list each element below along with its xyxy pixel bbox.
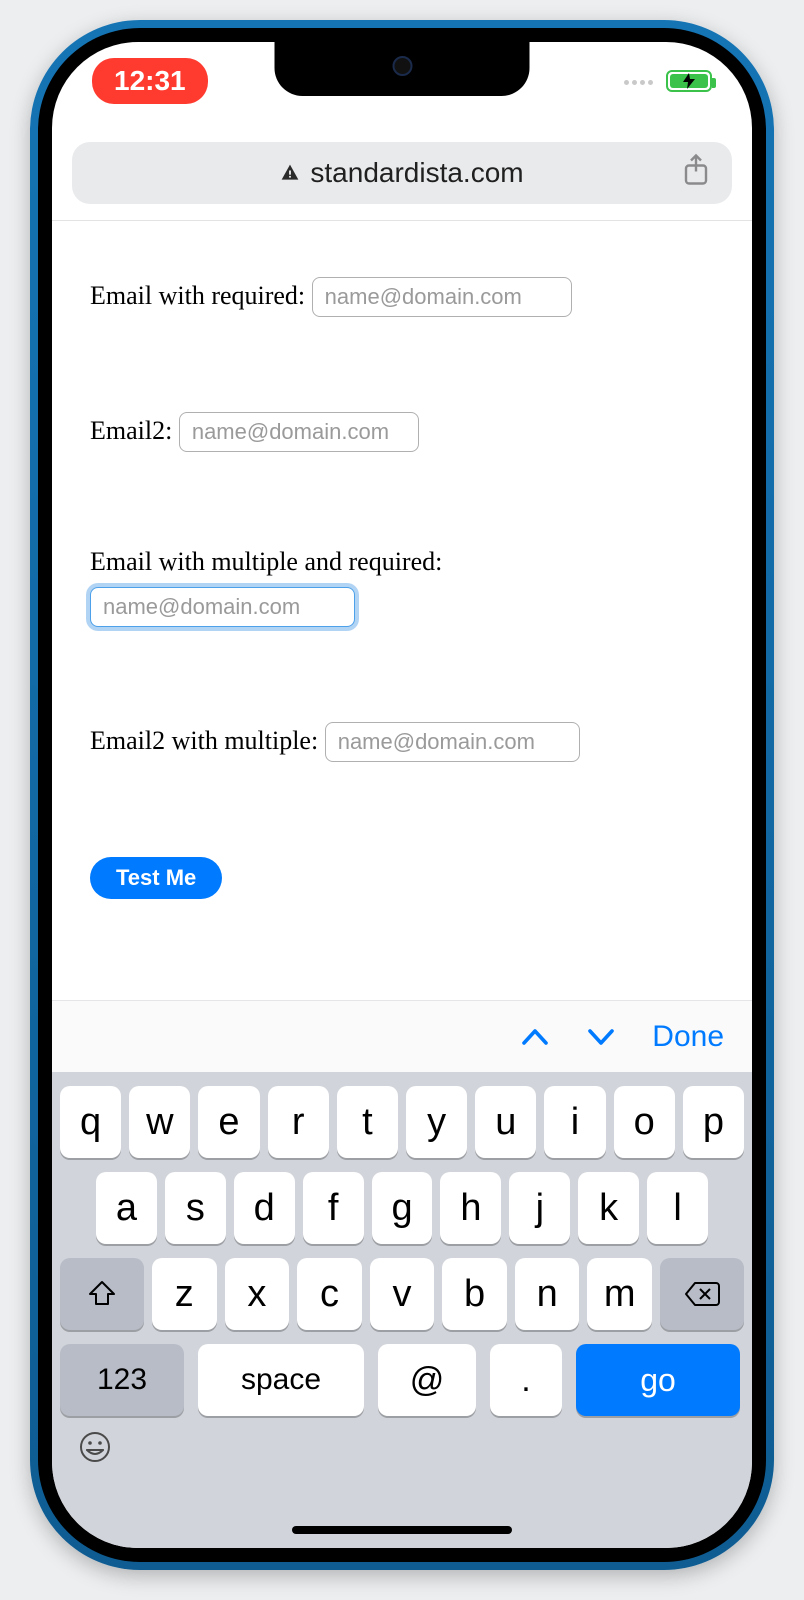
key-w[interactable]: w (129, 1086, 190, 1158)
volume-up-button[interactable] (20, 415, 30, 510)
prev-field-button[interactable] (520, 1025, 550, 1049)
key-o[interactable]: o (614, 1086, 675, 1158)
key-r[interactable]: r (268, 1086, 329, 1158)
key-b[interactable]: b (442, 1258, 507, 1330)
backspace-icon (684, 1281, 720, 1307)
key-u[interactable]: u (475, 1086, 536, 1158)
key-f[interactable]: f (303, 1172, 364, 1244)
shift-key[interactable] (60, 1258, 144, 1330)
power-button[interactable] (774, 450, 784, 600)
keyboard-row-1: qwertyuiop (60, 1086, 744, 1158)
url-domain: standardista.com (280, 157, 523, 189)
chevron-down-icon (586, 1025, 616, 1049)
key-p[interactable]: p (683, 1086, 744, 1158)
key-g[interactable]: g (372, 1172, 433, 1244)
key-l[interactable]: l (647, 1172, 708, 1244)
field-label: Email2: (90, 416, 172, 445)
email2-input[interactable] (179, 412, 419, 452)
field-email-required: Email with required: (90, 277, 714, 317)
front-camera (392, 56, 412, 76)
time-pill[interactable]: 12:31 (92, 58, 208, 104)
emoji-key[interactable] (60, 1430, 744, 1473)
key-e[interactable]: e (198, 1086, 259, 1158)
key-t[interactable]: t (337, 1086, 398, 1158)
key-k[interactable]: k (578, 1172, 639, 1244)
key-h[interactable]: h (440, 1172, 501, 1244)
key-c[interactable]: c (297, 1258, 362, 1330)
phone-bezel: 12:31 standardista.com (38, 28, 766, 1562)
keyboard-row-3: zxcvbnm (60, 1258, 744, 1330)
key-z[interactable]: z (152, 1258, 217, 1330)
volume-down-button[interactable] (20, 535, 30, 630)
notch (275, 42, 530, 96)
key-a[interactable]: a (96, 1172, 157, 1244)
shift-icon (87, 1279, 117, 1309)
phone-screen: 12:31 standardista.com (52, 42, 752, 1548)
field-label: Email with multiple and required: (90, 547, 714, 577)
emoji-icon (78, 1430, 112, 1464)
battery-charging-icon (666, 70, 712, 92)
phone-frame: 12:31 standardista.com (30, 20, 774, 1570)
key-q[interactable]: q (60, 1086, 121, 1158)
field-email2: Email2: (90, 412, 714, 452)
keyboard-row-4: 123 space @ . go (60, 1344, 744, 1416)
key-x[interactable]: x (225, 1258, 290, 1330)
browser-url-bar[interactable]: standardista.com (72, 142, 732, 204)
key-i[interactable]: i (544, 1086, 605, 1158)
key-y[interactable]: y (406, 1086, 467, 1158)
field-label: Email2 with multiple: (90, 726, 318, 755)
backspace-key[interactable] (660, 1258, 744, 1330)
key-v[interactable]: v (370, 1258, 435, 1330)
domain-text: standardista.com (310, 157, 523, 189)
field-label: Email with required: (90, 281, 305, 310)
key-m[interactable]: m (587, 1258, 652, 1330)
toolbar-divider (52, 220, 752, 221)
key-j[interactable]: j (509, 1172, 570, 1244)
email2-multiple-input[interactable] (325, 722, 580, 762)
at-key[interactable]: @ (378, 1344, 476, 1416)
mute-switch[interactable] (20, 320, 30, 372)
dot-key[interactable]: . (490, 1344, 562, 1416)
numbers-key[interactable]: 123 (60, 1344, 184, 1416)
status-right (624, 70, 712, 92)
status-time: 12:31 (114, 65, 186, 96)
cellular-signal-icon (624, 72, 656, 90)
key-d[interactable]: d (234, 1172, 295, 1244)
software-keyboard: qwertyuiop asdfghjkl zxcvbnm 123 space @… (52, 1072, 752, 1548)
field-email-multiple-required: Email with multiple and required: (90, 547, 714, 627)
keyboard-row-2: asdfghjkl (60, 1172, 744, 1244)
space-key[interactable]: space (198, 1344, 364, 1416)
email-required-input[interactable] (312, 277, 572, 317)
email-multiple-required-input[interactable] (90, 587, 355, 627)
warning-icon (280, 163, 300, 183)
keyboard-done-button[interactable]: Done (652, 1020, 724, 1054)
chevron-up-icon (520, 1025, 550, 1049)
field-email2-multiple: Email2 with multiple: (90, 722, 714, 762)
share-icon[interactable] (682, 154, 710, 193)
key-n[interactable]: n (515, 1258, 580, 1330)
keyboard-accessory-bar: Done (52, 1000, 752, 1072)
home-indicator[interactable] (292, 1526, 512, 1534)
go-key[interactable]: go (576, 1344, 740, 1416)
next-field-button[interactable] (586, 1025, 616, 1049)
test-me-button[interactable]: Test Me (90, 857, 222, 899)
key-s[interactable]: s (165, 1172, 226, 1244)
